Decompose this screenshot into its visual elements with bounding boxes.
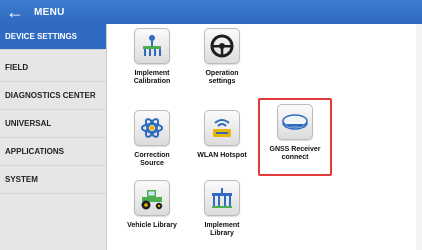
sidebar-item-system[interactable]: SYSTEM [0,166,106,194]
implement-library-icon [204,180,240,216]
sidebar-item-device-settings[interactable]: DEVICE SETTINGS [0,24,106,50]
tile-correction-source[interactable]: Correction Source [118,110,186,168]
implement-calibration-icon [134,28,170,64]
satellite-atom-icon [134,110,170,146]
tile-label-line2: settings [208,78,236,85]
sidebar-item-applications[interactable]: APPLICATIONS [0,138,106,166]
tile-wlan-hotspot[interactable]: WLAN Hotspot [188,110,256,160]
tile-label-line2: Source [140,160,164,167]
sidebar-item-universal[interactable]: UNIVERSAL [0,110,106,138]
arrow-left-icon: ← [6,1,24,22]
tile-label-line1: WLAN Hotspot [197,152,247,159]
tile-label-line1: Operation [205,70,239,77]
selection-highlight [258,98,332,176]
page-title: MENU [34,6,65,18]
tile-label-line1: Vehicle Library [127,222,177,229]
tile-label-line1: Implement [134,70,170,77]
tile-label-line2: Library [210,230,234,237]
wifi-router-icon [204,110,240,146]
tile-implement-calibration[interactable]: Implement Calibration [118,28,186,86]
tile-vehicle-library[interactable]: Vehicle Library [118,180,186,230]
back-button[interactable]: ← [0,0,30,24]
steering-wheel-icon [204,28,240,64]
tile-label-line1: Implement [204,222,240,229]
tile-operation-settings[interactable]: Operation settings [188,28,256,86]
tractor-icon [134,180,170,216]
main-content: Implement Calibration Operation settings [108,24,422,250]
sidebar-item-field[interactable]: FIELD [0,54,106,82]
tile-implement-library[interactable]: Implement Library [188,180,256,238]
sidebar: DEVICE SETTINGS FIELD DIAGNOSTICS CENTER… [0,24,107,250]
sidebar-item-diagnostics-center[interactable]: DIAGNOSTICS CENTER [0,82,106,110]
scrollbar[interactable] [416,24,422,250]
tile-label-line2: Calibration [133,78,171,85]
tile-label-line1: Correction [134,152,170,159]
top-bar: ← MENU [0,0,422,24]
